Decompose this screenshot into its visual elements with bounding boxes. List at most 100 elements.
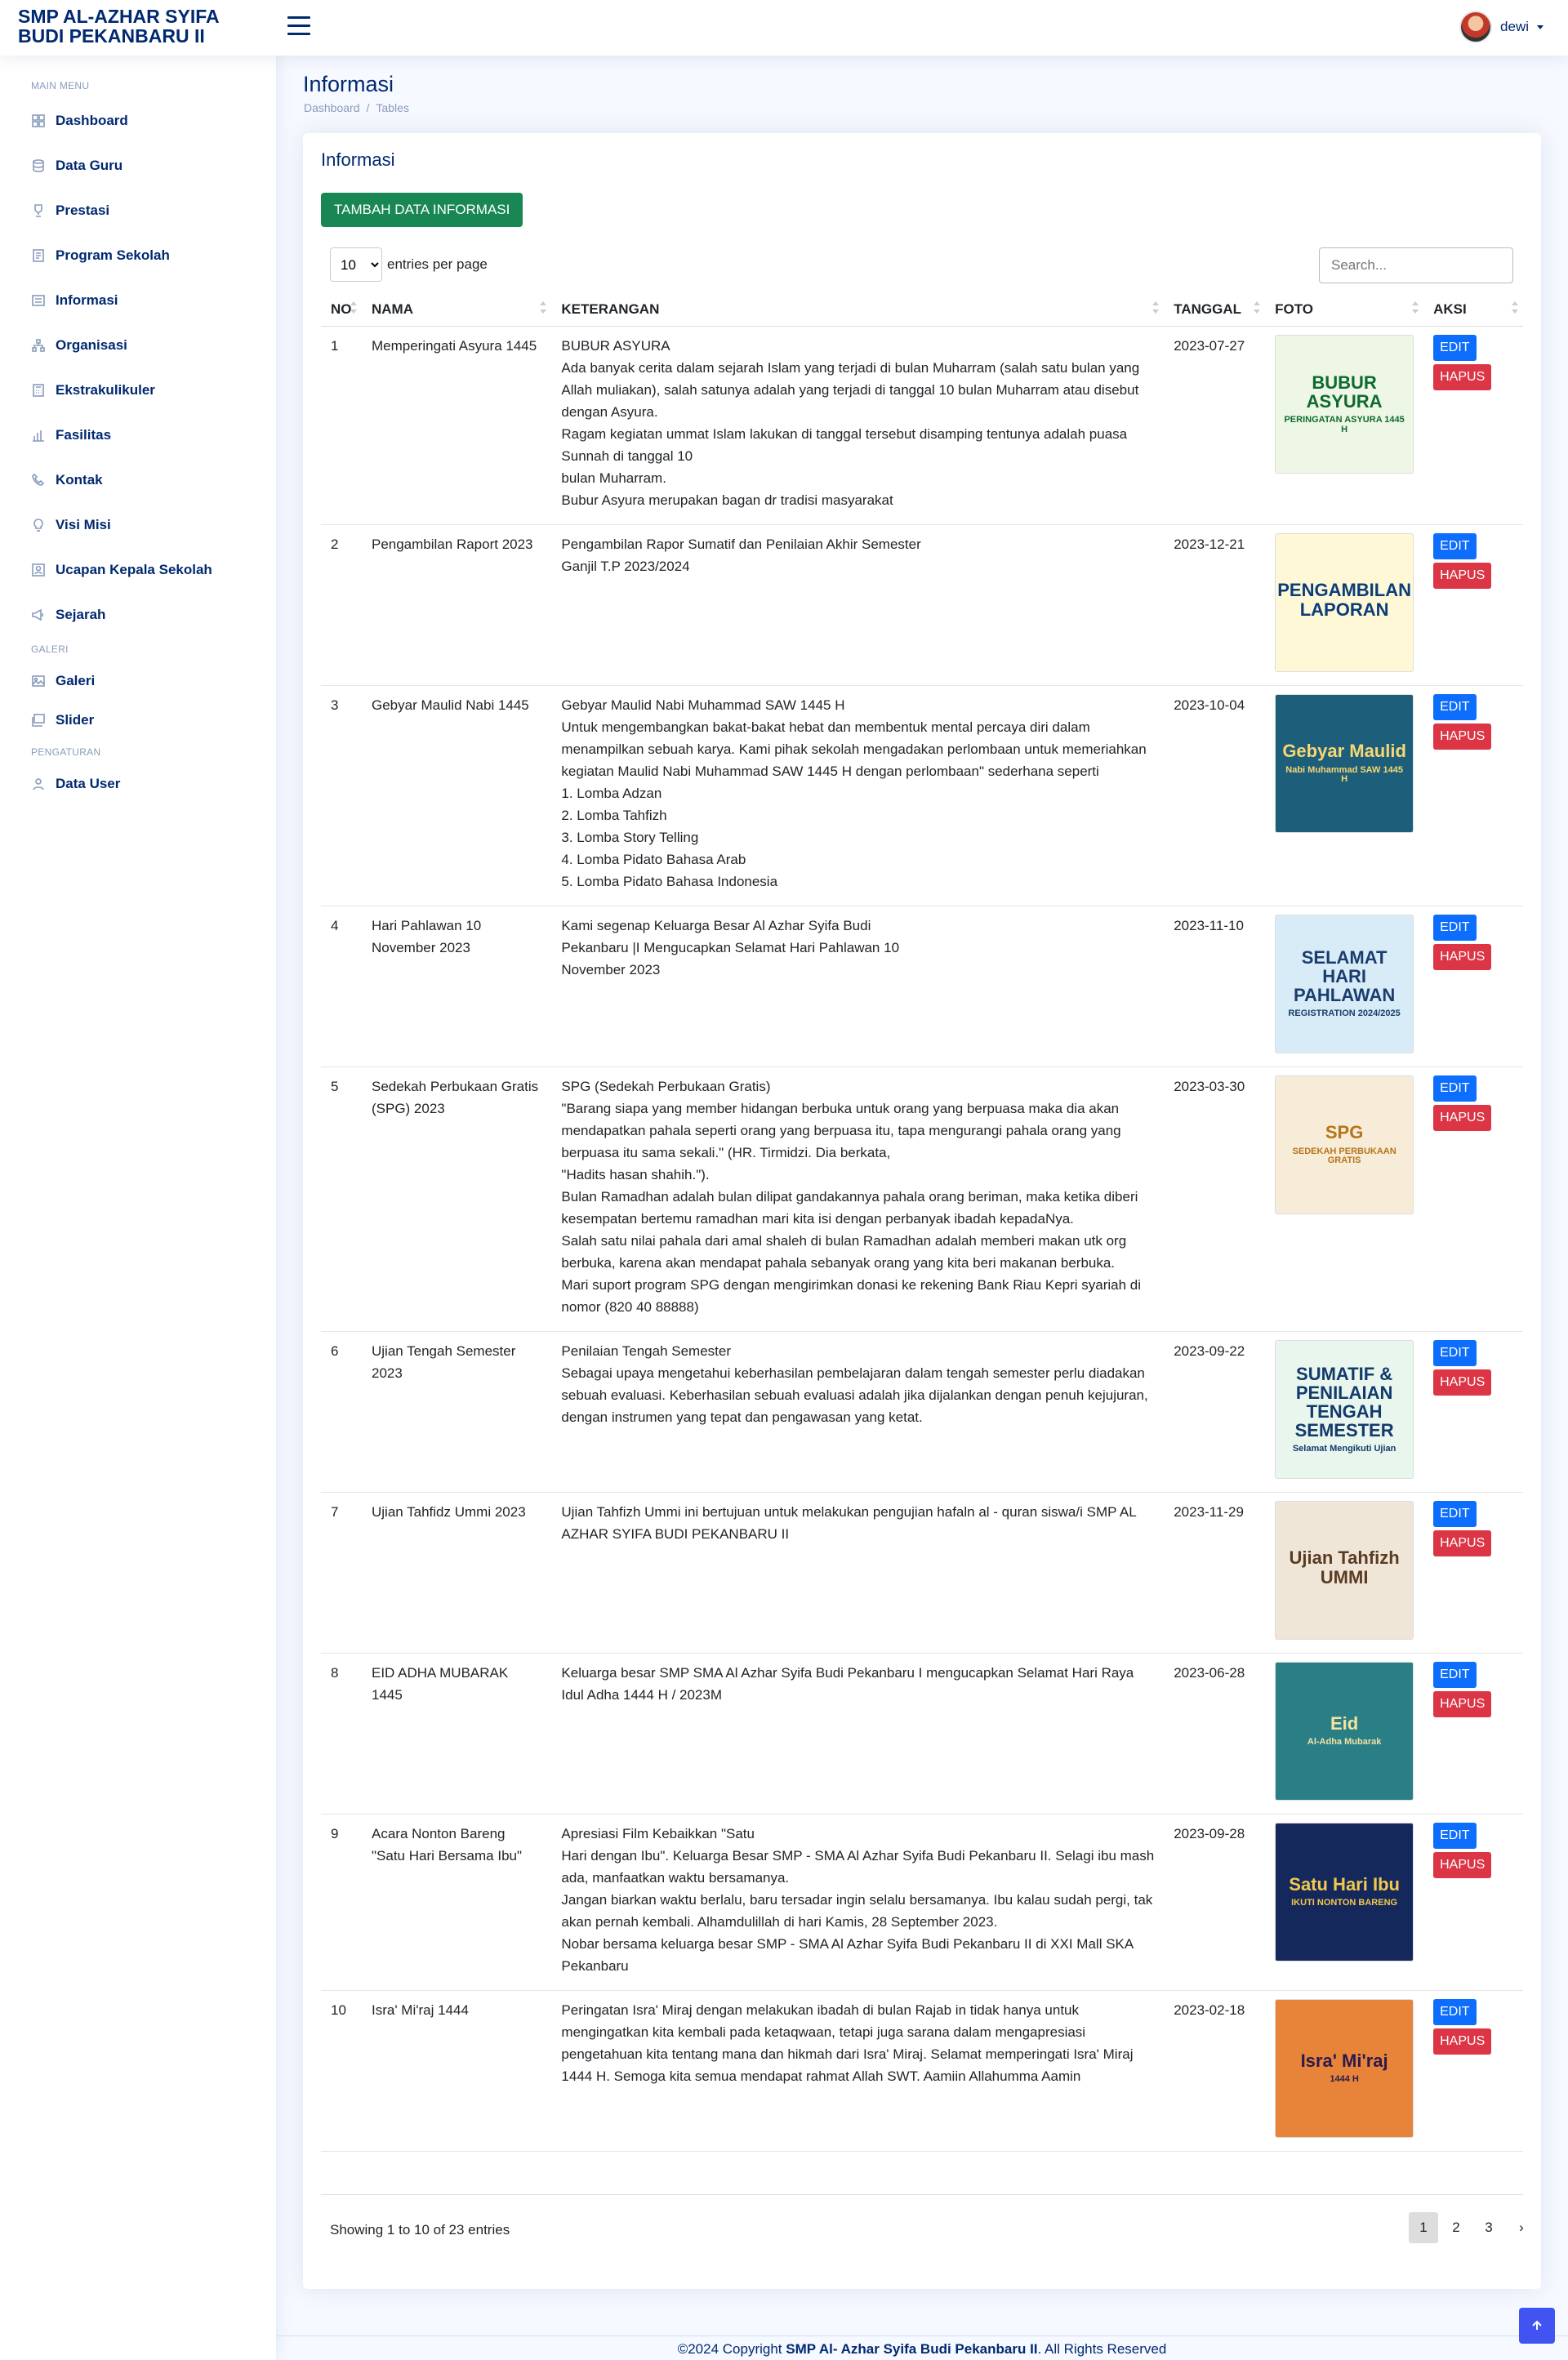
photo-subtitle: SEDEKAH PERBUKAAN GRATIS [1292, 1146, 1396, 1166]
breadcrumb-item-tables: Tables [376, 101, 409, 114]
cell-keterangan: SPG (Sedekah Perbukaan Gratis) "Barang s… [551, 1066, 1165, 1332]
photo-title: SELAMAT HARI PAHLAWAN [1293, 947, 1396, 1006]
edit-button[interactable]: EDIT [1433, 914, 1477, 941]
profile-dropdown[interactable]: dewi [1459, 10, 1544, 44]
sidebar-item-organisasi[interactable]: Organisasi [16, 323, 260, 367]
list-icon [32, 294, 45, 306]
sidebar-item-label: Slider [56, 712, 95, 728]
card-title: Informasi [321, 149, 395, 170]
cell-foto: Ujian Tahfizh UMMI [1265, 1492, 1424, 1654]
delete-button[interactable]: HAPUS [1433, 562, 1492, 589]
cell-keterangan: Pengambilan Rapor Sumatif dan Penilaian … [551, 524, 1165, 686]
sidebar-item-prestasi[interactable]: Prestasi [16, 188, 260, 233]
sort-icon [1254, 301, 1261, 318]
edit-button[interactable]: EDIT [1433, 1500, 1477, 1527]
breadcrumb-item-dashboard[interactable]: Dashboard [304, 101, 360, 114]
sort-icon [1512, 301, 1518, 318]
photo-thumbnail[interactable]: Isra' Mi'raj 1444 H [1275, 1998, 1414, 2138]
photo-title: Gebyar Maulid [1282, 741, 1406, 762]
photo-subtitle: Al-Adha Mubarak [1307, 1737, 1382, 1748]
photo-title: Isra' Mi'raj [1300, 2051, 1388, 2072]
column-header-keterangan[interactable]: KETERANGAN [551, 293, 1165, 327]
delete-button[interactable]: HAPUS [1433, 2028, 1492, 2055]
edit-button[interactable]: EDIT [1433, 1075, 1477, 1102]
table-row: 6 Ujian Tengah Semester 2023 Penilaian T… [321, 1331, 1523, 1493]
edit-button[interactable]: EDIT [1433, 693, 1477, 720]
edit-button[interactable]: EDIT [1433, 334, 1477, 361]
sidebar-item-dashboard[interactable]: Dashboard [16, 98, 260, 143]
sidebar-item-slider[interactable]: Slider [16, 701, 260, 740]
photo-thumbnail[interactable]: Gebyar Maulid Nabi Muhammad SAW 1445 H [1275, 693, 1414, 833]
cell-keterangan: Keluarga besar SMP SMA Al Azhar Syifa Bu… [551, 1653, 1165, 1815]
table-bottom-divider [321, 2194, 1523, 2195]
cell-nama: Ujian Tengah Semester 2023 [361, 1331, 552, 1493]
table-row: 1 Memperingati Asyura 1445 BUBUR ASYURA … [321, 326, 1523, 525]
column-header-no[interactable]: NO [321, 293, 362, 327]
sidebar-item-informasi[interactable]: Informasi [16, 278, 260, 323]
photo-thumbnail[interactable]: SUMATIF & PENILAIAN TENGAH SEMESTER Selam… [1275, 1339, 1414, 1479]
edit-button[interactable]: EDIT [1433, 1998, 1477, 2025]
sidebar-item-kontak[interactable]: Kontak [16, 457, 260, 502]
photo-thumbnail[interactable]: Eid Al-Adha Mubarak [1275, 1661, 1414, 1801]
cell-no: 4 [321, 906, 362, 1067]
photo-thumbnail[interactable]: SELAMAT HARI PAHLAWAN REGISTRATION 2024/2… [1275, 914, 1414, 1053]
delete-button[interactable]: HAPUS [1433, 363, 1492, 390]
page-3-button[interactable]: 3 [1474, 2212, 1503, 2243]
menu-toggle-icon[interactable] [287, 16, 310, 36]
photo-subtitle: 1444 H [1330, 2074, 1359, 2085]
sidebar-item-ucapan-kepala-sekolah[interactable]: Ucapan Kepala Sekolah [16, 547, 260, 592]
add-informasi-button[interactable]: TAMBAH DATA INFORMASI [321, 193, 523, 227]
column-header-tanggal[interactable]: TANGGAL [1164, 293, 1266, 327]
cell-tanggal: 2023-02-18 [1164, 1990, 1266, 2152]
breadcrumb: Dashboard / Tables [304, 101, 409, 114]
delete-button[interactable]: HAPUS [1433, 1851, 1492, 1878]
sidebar-item-visi-misi[interactable]: Visi Misi [16, 502, 260, 547]
sidebar-item-fasilitas[interactable]: Fasilitas [16, 412, 260, 457]
cell-no: 10 [321, 1990, 362, 2152]
page-footer: ©2024 Copyright SMP Al- Azhar Syifa Budi… [276, 2336, 1568, 2360]
sidebar-item-sejarah[interactable]: Sejarah [16, 592, 260, 637]
cell-no: 7 [321, 1492, 362, 1654]
entries-select[interactable]: 10 [330, 247, 382, 282]
sidebar-item-label: Ucapan Kepala Sekolah [56, 561, 212, 577]
column-header-aksi[interactable]: AKSI [1423, 293, 1523, 327]
edit-button[interactable]: EDIT [1433, 532, 1477, 559]
delete-button[interactable]: HAPUS [1433, 1530, 1492, 1556]
photo-thumbnail[interactable]: Satu Hari Ibu IKUTI NONTON BARENG [1275, 1822, 1414, 1961]
sort-icon [1412, 301, 1419, 318]
delete-button[interactable]: HAPUS [1433, 1369, 1492, 1396]
sidebar-item-galeri[interactable]: Galeri [16, 661, 260, 701]
page-2-button[interactable]: 2 [1441, 2212, 1471, 2243]
cell-foto: BUBUR ASYURA PERINGATAN ASYURA 1445 H [1265, 326, 1424, 525]
photo-thumbnail[interactable]: SPG SEDEKAH PERBUKAAN GRATIS [1275, 1075, 1414, 1214]
photo-thumbnail[interactable]: BUBUR ASYURA PERINGATAN ASYURA 1445 H [1275, 334, 1414, 474]
back-to-top-button[interactable] [1519, 2308, 1555, 2344]
table-row: 5 Sedekah Perbukaan Gratis (SPG) 2023 SP… [321, 1066, 1523, 1332]
delete-button[interactable]: HAPUS [1433, 1104, 1492, 1131]
next-page-button[interactable]: › [1507, 2212, 1536, 2243]
site-logo[interactable]: SMP AL-AZHAR SYIFA BUDI PEKANBARU II [18, 7, 247, 46]
sidebar-item-program-sekolah[interactable]: Program Sekolah [16, 233, 260, 278]
delete-button[interactable]: HAPUS [1433, 1690, 1492, 1717]
cell-nama: Acara Nonton Bareng "Satu Hari Bersama I… [361, 1814, 552, 1991]
sidebar-item-data-guru[interactable]: Data Guru [16, 143, 260, 188]
edit-button[interactable]: EDIT [1433, 1822, 1477, 1849]
footer-prefix: ©2024 Copyright [677, 2341, 786, 2357]
cell-nama: Isra' Mi'raj 1444 [361, 1990, 552, 2152]
delete-button[interactable]: HAPUS [1433, 943, 1492, 970]
edit-button[interactable]: EDIT [1433, 1339, 1477, 1366]
nav-heading-main: MAIN MENU [31, 80, 90, 91]
cell-aksi: EDIT HAPUS [1423, 906, 1523, 1067]
phone-icon [32, 473, 45, 486]
photo-thumbnail[interactable]: Ujian Tahfizh UMMI [1275, 1500, 1414, 1640]
column-header-nama[interactable]: NAMA [361, 293, 552, 327]
delete-button[interactable]: HAPUS [1433, 723, 1492, 750]
sidebar-item-ekstrakulikuler[interactable]: Ekstrakulikuler [16, 367, 260, 412]
column-header-foto[interactable]: FOTO [1265, 293, 1424, 327]
sidebar-item-data-user[interactable]: Data User [16, 764, 260, 804]
photo-thumbnail[interactable]: PENGAMBILAN LAPORAN [1275, 532, 1414, 672]
search-input[interactable] [1319, 247, 1513, 283]
edit-button[interactable]: EDIT [1433, 1661, 1477, 1688]
page-1-button[interactable]: 1 [1409, 2212, 1438, 2243]
bar-chart-icon [33, 430, 44, 442]
